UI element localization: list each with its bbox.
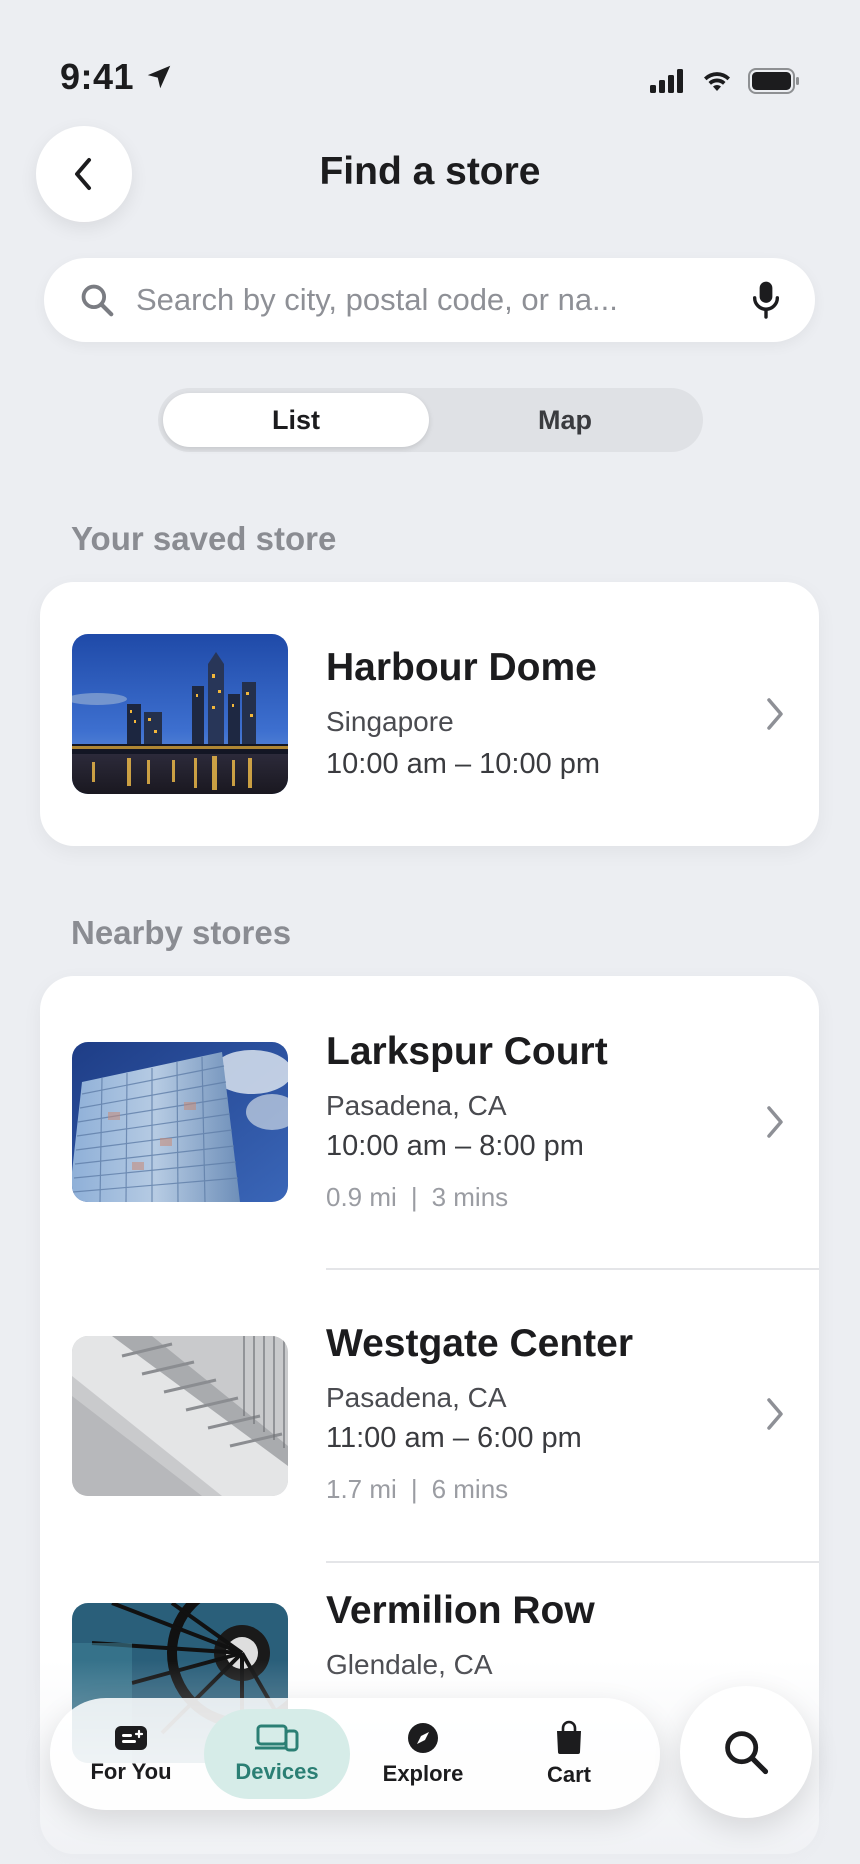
search-icon	[725, 1731, 769, 1775]
travel-time: 6 mins	[431, 1474, 509, 1504]
store-city: Pasadena, CA	[326, 1090, 507, 1121]
saved-store-card[interactable]: Harbour Dome Singapore 10:00 am – 10:00 …	[40, 582, 819, 846]
chevron-right-icon	[767, 1106, 783, 1138]
tab-explore[interactable]: Explore	[350, 1709, 496, 1799]
store-image	[72, 634, 288, 794]
microphone-icon[interactable]	[749, 280, 783, 320]
compass-icon	[408, 1723, 438, 1753]
wifi-icon	[704, 72, 730, 91]
separator: |	[410, 1474, 418, 1504]
chevron-right-icon	[767, 1398, 783, 1430]
location-arrow-icon	[147, 65, 171, 89]
signal-icon	[650, 69, 683, 93]
tab-label: Devices	[235, 1759, 319, 1784]
search-button[interactable]	[680, 1686, 812, 1818]
view-toggle: List Map	[158, 388, 703, 452]
bag-icon	[557, 1720, 581, 1754]
tab-map[interactable]: Map	[432, 393, 698, 447]
chevron-right-icon	[767, 698, 783, 730]
store-row-larkspur-court[interactable]: Larkspur Court Pasadena, CA 10:00 am – 8…	[40, 976, 819, 1270]
travel-time: 3 mins	[431, 1182, 509, 1212]
tab-label: Explore	[382, 1761, 464, 1786]
store-name: Westgate Center	[326, 1322, 634, 1365]
battery-icon	[748, 68, 799, 94]
time-text: 9:41	[60, 56, 135, 97]
tab-label: Cart	[546, 1762, 591, 1787]
tab-devices[interactable]: Devices	[204, 1709, 350, 1799]
store-name: Vermilion Row	[326, 1589, 595, 1632]
store-row-westgate-center[interactable]: Westgate Center Pasadena, CA 11:00 am – …	[40, 1270, 819, 1562]
store-hours: 10:00 am – 10:00 pm	[326, 748, 601, 780]
store-hours: 10:00 am – 8:00 pm	[326, 1130, 584, 1162]
search-icon	[81, 284, 114, 317]
store-name: Harbour Dome	[326, 646, 597, 689]
store-hours: 11:00 am – 6:00 pm	[326, 1422, 582, 1454]
store-city: Pasadena, CA	[326, 1382, 507, 1413]
store-image	[72, 1042, 288, 1202]
search-input[interactable]	[134, 281, 749, 319]
saved-store-heading: Your saved store	[71, 520, 337, 557]
store-name: Larkspur Court	[326, 1030, 608, 1073]
tab-list[interactable]: List	[163, 393, 429, 447]
search-bar[interactable]	[44, 258, 815, 342]
devices-icon	[255, 1724, 299, 1752]
status-indicators	[650, 68, 800, 94]
nearby-stores-heading: Nearby stores	[71, 914, 292, 951]
tab-cart[interactable]: Cart	[496, 1709, 642, 1799]
page-title: Find a store	[319, 150, 541, 193]
tab-label: For You	[90, 1759, 172, 1784]
distance-value: 1.7 mi	[326, 1474, 397, 1504]
tab-for-you[interactable]: For You	[58, 1709, 204, 1799]
store-distance: 1.7 mi | 6 mins	[326, 1474, 508, 1505]
store-distance: 0.9 mi | 3 mins	[326, 1182, 508, 1213]
store-row-harbour-dome[interactable]: Harbour Dome Singapore 10:00 am – 10:00 …	[40, 582, 819, 846]
separator: |	[410, 1182, 418, 1212]
tab-bar: For You Devices Explore Cart	[50, 1698, 660, 1810]
distance-value: 0.9 mi	[326, 1182, 397, 1212]
for-you-icon	[115, 1726, 147, 1750]
store-image	[72, 1336, 288, 1496]
status-bar-time: 9:41	[60, 56, 174, 98]
store-city: Singapore	[326, 706, 454, 737]
